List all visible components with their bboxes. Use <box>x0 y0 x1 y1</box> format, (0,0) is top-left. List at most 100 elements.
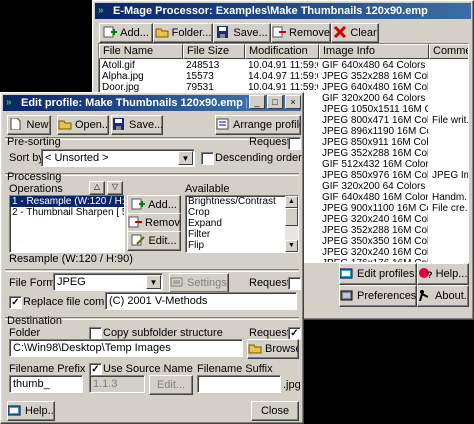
col-header-filename[interactable]: File Name <box>99 44 183 59</box>
available-list[interactable]: Brightness/Contrast Crop Expand Filter Flip … <box>185 195 299 253</box>
operation-status-text: Resample (W:120 / H:90) <box>9 253 133 265</box>
file-extension: .jpg <box>283 379 301 391</box>
image-info-cell: JPEG 352x288 16M Colors <box>322 71 428 82</box>
open-profile-button[interactable]: Open... <box>57 115 109 135</box>
operations-list[interactable]: 1 - Resample (W:120 / H:90)2 - Thumbnail… <box>9 195 125 253</box>
clear-button[interactable]: Clear <box>331 23 379 43</box>
available-item[interactable]: Filter <box>186 229 298 240</box>
close-window-button[interactable]: × <box>285 95 301 109</box>
new-profile-button[interactable]: New <box>7 115 51 135</box>
operation-item[interactable]: 2 - Thumbnail Sharpen [ 5% ] <box>10 207 124 218</box>
image-info-cell: JPEG 850x976 16M Colors <box>322 170 428 181</box>
remove-button[interactable]: Remove <box>271 23 331 43</box>
file-format-combo[interactable]: JPEG ▼ <box>53 273 163 291</box>
arrange-profiles-button[interactable]: Arrange profiles... <box>215 115 301 135</box>
image-info-cell: JPEG 350x350 16M Colors <box>322 236 428 247</box>
image-info-cell: JPEG 850x911 16M Colors <box>322 137 428 148</box>
about-button[interactable]: About... <box>417 285 469 307</box>
dialog-help-icon <box>8 404 22 416</box>
move-down-button[interactable]: ▽ <box>107 181 123 195</box>
folder-icon <box>155 26 169 38</box>
filename-prefix-input[interactable]: thumb_ <box>9 375 83 393</box>
image-info-cell: GIF 320x200 64 Colors <box>322 93 426 104</box>
minimize-button[interactable]: _ <box>249 95 265 109</box>
dialog-titlebar[interactable]: » Edit profile: Make Thumbnails 120x90.e… <box>3 95 247 111</box>
scroll-thumb[interactable] <box>285 208 298 226</box>
comment-cell: File cre... <box>432 203 468 214</box>
edit-operation-button[interactable]: Edit... <box>127 231 181 251</box>
file-name-cell: Alpha.jpg <box>102 71 144 82</box>
arrow-down-icon: ▽ <box>111 182 119 191</box>
add-icon <box>103 26 118 38</box>
image-info-cell: JPEG 640x480 16M Colors <box>322 82 428 93</box>
col-header-modification[interactable]: Modification <box>245 44 319 59</box>
add-operation-button[interactable]: Add... <box>127 195 181 215</box>
col-header-imageinfo[interactable]: Image Info <box>319 44 429 59</box>
table-row[interactable]: Atoll.gif 248513 10.04.91 11:59:00 GIF 640x… <box>99 60 468 71</box>
available-item[interactable]: Brightness/Contrast <box>186 196 298 207</box>
comment-cell: JPEG Ima... <box>432 170 468 181</box>
browse-button[interactable]: Browse... <box>247 339 299 359</box>
comment-cell: Handm... <box>432 192 469 203</box>
move-up-button[interactable]: △ <box>89 181 105 195</box>
save-icon <box>112 118 126 130</box>
sort-by-combo[interactable]: < Unsorted > ▼ <box>41 149 195 167</box>
save-list-button[interactable]: Save... <box>213 23 271 43</box>
col-header-filesize[interactable]: File Size <box>183 44 245 59</box>
maximize-button[interactable]: □ <box>267 95 283 109</box>
remove-icon <box>272 26 287 38</box>
descending-order-label: Descending order <box>215 152 302 164</box>
edit-profiles-button[interactable]: Edit profiles... <box>339 263 417 285</box>
arrow-up-icon: △ <box>93 182 101 191</box>
svg-text:?: ? <box>427 270 433 279</box>
file-size-cell: 15573 <box>186 71 214 82</box>
scroll-up-icon[interactable]: ▲ <box>285 196 298 208</box>
image-info-cell: GIF 512x432 16M Colors <box>322 159 428 170</box>
dialog-help-button[interactable]: Help... <box>7 401 55 421</box>
close-button[interactable]: Close <box>251 401 299 421</box>
chevron-down-icon[interactable]: ▼ <box>146 275 161 289</box>
presorting-request-checkbox[interactable] <box>288 137 301 150</box>
preferences-button[interactable]: Preferences... <box>339 285 417 307</box>
col-header-comment[interactable]: Comment <box>429 44 468 59</box>
save-profile-button[interactable]: Save... <box>111 115 163 135</box>
comment-cell: File writ... <box>432 115 469 126</box>
format-request-checkbox[interactable] <box>288 277 301 290</box>
format-separator <box>5 269 299 272</box>
preferences-icon <box>340 288 354 301</box>
image-info-cell: GIF 640x480 64 Colors <box>322 60 426 71</box>
chevron-down-icon[interactable]: ▼ <box>178 151 193 165</box>
remove-operation-button[interactable]: Remove <box>127 213 181 233</box>
dialog-title-buttons: _ □ × <box>247 95 301 109</box>
dialog-app-icon: » <box>6 97 12 108</box>
edit-name-button[interactable]: Edit... <box>149 375 193 395</box>
help-button[interactable]: ? Help... <box>417 263 469 285</box>
descending-order-checkbox[interactable] <box>201 152 214 165</box>
folder-button[interactable]: Folder... <box>153 23 213 43</box>
remove-op-icon <box>128 216 142 228</box>
available-item[interactable]: Expand <box>186 218 298 229</box>
destination-folder-input[interactable]: C:\Win98\Desktop\Temp Images <box>9 339 243 357</box>
available-item[interactable]: Flip <box>186 240 298 251</box>
replace-comment-checkbox[interactable]: ✓ <box>9 296 22 309</box>
main-titlebar[interactable]: » E-Mage Processor: Examples\Make Thumbn… <box>95 3 471 19</box>
file-name-cell: Atoll.gif <box>102 60 135 71</box>
add-button[interactable]: Add... <box>99 23 153 43</box>
image-info-cell: JPEG 352x288 16M Colors <box>322 148 428 159</box>
filename-suffix-input[interactable] <box>197 375 281 393</box>
available-scrollbar[interactable]: ▲ ▼ <box>285 196 298 252</box>
clear-icon <box>333 25 347 39</box>
image-info-cell: JPEG 896x1190 16M Colors <box>322 126 428 137</box>
scroll-down-icon[interactable]: ▼ <box>285 240 298 252</box>
edit-profiles-icon <box>340 266 354 279</box>
operation-item[interactable]: 1 - Resample (W:120 / H:90) <box>10 196 124 207</box>
comment-input[interactable]: (C) 2001 V-Methods <box>105 292 297 310</box>
format-settings-button[interactable]: Settings... <box>169 273 229 293</box>
image-info-cell: JPEG 800x471 16M Colors <box>322 115 428 126</box>
modification-cell: 10.04.91 11:59:00 <box>248 60 318 71</box>
counter-input[interactable]: 1.1.3 <box>89 375 145 393</box>
table-row[interactable]: Alpha.jpg 15573 14.04.97 11:59:00 JPEG 352x… <box>99 71 468 82</box>
new-file-icon <box>9 117 23 131</box>
available-item[interactable]: Crop <box>186 207 298 218</box>
edit-op-icon <box>131 234 146 246</box>
